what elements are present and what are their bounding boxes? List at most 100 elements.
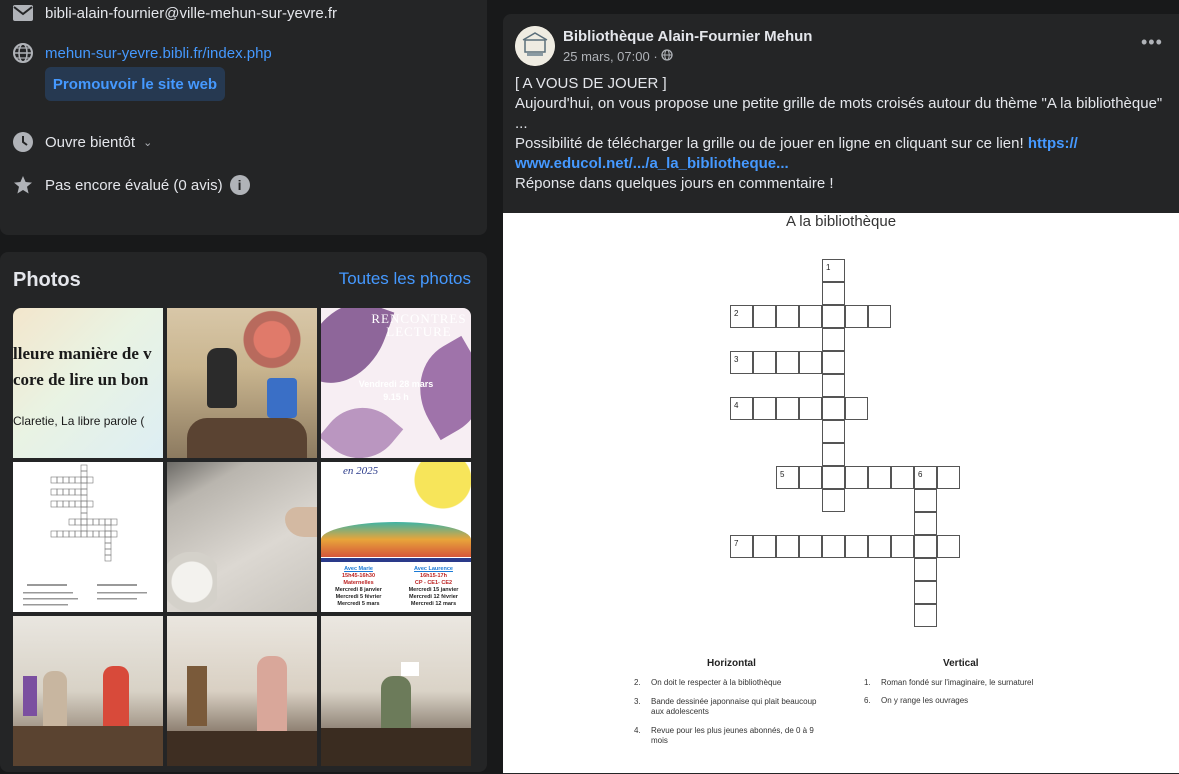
schedule-col-marie: Avec Marie 15h45-16h30 Maternelles Mercr… — [335, 566, 382, 607]
photo-thumb-paper[interactable] — [167, 462, 317, 612]
clock-icon — [12, 131, 34, 153]
crossword-cell: 3 — [730, 351, 753, 374]
schedule-year: en 2025 — [343, 465, 379, 477]
post-line-2: Aujourd'hui, on vous propose une petite … — [515, 95, 1163, 112]
intro-card: bibli-alain-fournier@ville-mehun-sur-yev… — [0, 0, 487, 235]
crossword-cell: 6 — [914, 466, 937, 489]
crossword-cell-number: 6 — [918, 470, 923, 479]
info-icon[interactable]: i — [229, 175, 250, 195]
crossword-cell: 1 — [822, 259, 845, 282]
h-clue-text: On doit le respecter à la bibliothèque — [651, 678, 782, 687]
crossword-cell — [891, 466, 914, 489]
all-photos-link[interactable]: Toutes les photos — [339, 269, 471, 289]
photo-thumb-schedule[interactable]: en 2025 Avec Marie 15h45-16h30 Maternell… — [321, 462, 471, 612]
crossword-cell — [868, 535, 891, 558]
v-clue-num: 6. — [864, 696, 871, 705]
crossword-cell — [799, 351, 822, 374]
v-clue-text: On y range les ouvrages — [881, 696, 969, 705]
crossword-cell — [822, 443, 845, 466]
crossword-cell-number: 1 — [826, 263, 831, 272]
quote-line-1: lleure manière de v — [13, 344, 152, 363]
email-text[interactable]: bibli-alain-fournier@ville-mehun-sur-yev… — [45, 5, 337, 22]
crossword-cell — [776, 397, 799, 420]
schedule-col-laurence: Avec Laurence 16h15-17h CP - CE1- CE2 Me… — [408, 566, 459, 607]
crossword-cell — [753, 305, 776, 328]
crossword-cell — [776, 305, 799, 328]
h-clue-text: Revue pour les plus jeunes abonnés, de 0… — [651, 726, 814, 735]
promote-website-button[interactable]: Promouvoir le site web — [45, 67, 225, 101]
crossword-image[interactable]: A la bibliothèque 1 2 3 4 5 6 7 Horizontal Ver… — [503, 213, 1179, 773]
crossword-title: A la bibliothèque — [785, 213, 897, 230]
crossword-cell — [822, 305, 845, 328]
crossword-cell — [937, 466, 960, 489]
rencontres-time: 9.15 h — [383, 392, 409, 402]
post-line-4: Possibilité de télécharger la grille ou … — [515, 135, 1078, 152]
post-link-2[interactable]: www.educol.net/.../a_la_bibliotheque... — [515, 155, 789, 172]
crossword-cell — [799, 397, 822, 420]
v-clue-text: Roman fondé sur l'imaginaire, le surnatu… — [881, 678, 1034, 687]
page-avatar[interactable] — [515, 26, 555, 66]
photos-title: Photos — [13, 269, 81, 291]
post-date[interactable]: 25 mars, 07:00 · — [563, 49, 658, 64]
more-options-button[interactable]: ••• — [1141, 32, 1165, 52]
crossword-cell — [822, 489, 845, 512]
crossword-cell — [822, 328, 845, 351]
photo-thumb-concert-1[interactable] — [13, 616, 163, 766]
crossword-cell — [822, 282, 845, 305]
crossword-cell — [914, 512, 937, 535]
chevron-down-icon[interactable]: ⌄ — [143, 136, 152, 149]
photos-card: Photos Toutes les photos lleure manière … — [0, 252, 487, 772]
page-name[interactable]: Bibliothèque Alain-Fournier Mehun — [563, 28, 812, 45]
rencontres-title: RENCONTRES LECTURE — [371, 311, 467, 339]
hours-row: Ouvre bientôt ⌄ — [12, 131, 152, 153]
email-row: bibli-alain-fournier@ville-mehun-sur-yev… — [12, 2, 337, 24]
crossword-cell: 5 — [776, 466, 799, 489]
photo-thumb-storytime[interactable] — [167, 308, 317, 458]
crossword-cell — [914, 535, 937, 558]
crossword-cell — [799, 535, 822, 558]
post-text: [ A VOUS DE JOUER ] Aujourd'hui, on vous… — [515, 74, 1175, 194]
crossword-cell-number: 2 — [734, 309, 739, 318]
photo-thumb-crossword[interactable] — [13, 462, 163, 612]
website-link[interactable]: mehun-sur-yevre.bibli.fr/index.php — [45, 45, 272, 62]
crossword-cell — [891, 535, 914, 558]
globe-icon — [12, 42, 34, 64]
crossword-cell-number: 7 — [734, 539, 739, 548]
post-link-1[interactable]: https:// — [1028, 135, 1078, 152]
photo-thumb-rencontres[interactable]: RENCONTRES LECTURE Vendredi 28 mars 9.15… — [321, 308, 471, 458]
quote-author: Claretie, La libre parole ( — [13, 414, 145, 428]
crossword-cell — [845, 466, 868, 489]
h-clue-text: Bande dessinée japonnaise qui plait beau… — [651, 697, 817, 706]
crossword-cell — [799, 466, 822, 489]
crossword-cell-number: 3 — [734, 355, 739, 364]
post-meta: 25 mars, 07:00 · — [563, 49, 673, 64]
crossword-cell — [845, 305, 868, 328]
crossword-cell — [822, 535, 845, 558]
crossword-cell — [868, 305, 891, 328]
h-clue-text: mois — [651, 736, 668, 745]
crossword-cell-number: 4 — [734, 401, 739, 410]
post-line-3: ... — [515, 115, 528, 132]
crossword-cell: 2 — [730, 305, 753, 328]
crossword-cell — [914, 581, 937, 604]
crossword-cell-number: 5 — [780, 470, 785, 479]
website-row: mehun-sur-yevre.bibli.fr/index.php — [12, 42, 272, 64]
crossword-cell — [822, 397, 845, 420]
crossword-cell — [822, 420, 845, 443]
crossword-thumb-graphic — [23, 464, 147, 606]
photo-thumb-concert-3[interactable] — [321, 616, 471, 766]
globe-icon — [661, 49, 673, 64]
h-clue-text: aux adolescents — [651, 707, 709, 716]
email-icon — [12, 2, 34, 24]
crossword-cell — [914, 604, 937, 627]
vertical-title: Vertical — [943, 658, 979, 669]
star-icon — [12, 174, 34, 196]
post-line-1: [ A VOUS DE JOUER ] — [515, 75, 667, 92]
hours-text[interactable]: Ouvre bientôt — [45, 134, 135, 151]
crossword-cell — [822, 374, 845, 397]
photo-thumb-quote[interactable]: lleure manière de v core de lire un bon … — [13, 308, 163, 458]
photo-thumb-concert-2[interactable] — [167, 616, 317, 766]
crossword-cell — [799, 305, 822, 328]
crossword-cell: 7 — [730, 535, 753, 558]
h-clue-num: 2. — [634, 678, 641, 687]
